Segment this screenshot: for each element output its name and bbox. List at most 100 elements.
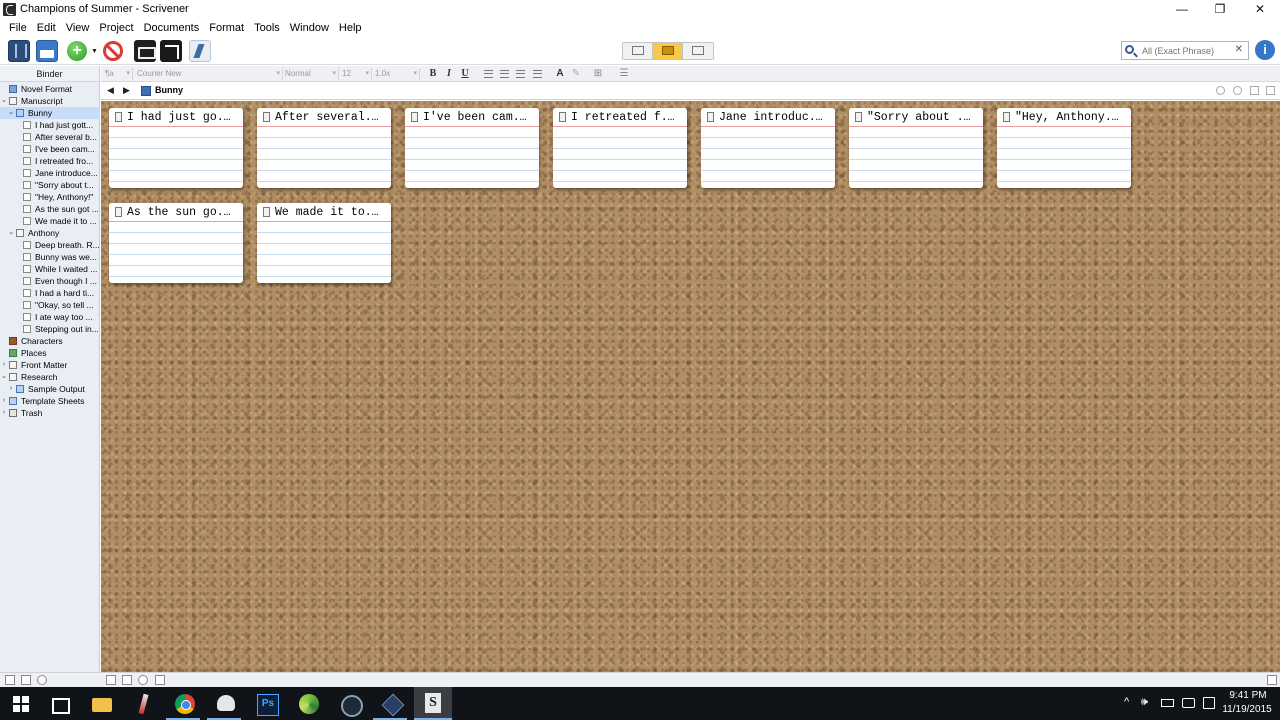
- binder-item[interactable]: I've been cam...: [0, 143, 100, 155]
- corkboard-add-icon[interactable]: [106, 675, 116, 685]
- index-card[interactable]: I had just go...: [109, 108, 243, 188]
- minimize-button[interactable]: —: [1162, 0, 1202, 20]
- align-justify-icon[interactable]: [533, 70, 542, 78]
- search-icon[interactable]: [1125, 45, 1134, 54]
- binder-toggle-icon[interactable]: [8, 40, 30, 62]
- scrivener-taskbar-icon[interactable]: [414, 687, 452, 720]
- index-card-title[interactable]: "Sorry about ...: [867, 111, 977, 124]
- corkboard-options-icon[interactable]: [155, 675, 165, 685]
- delete-icon[interactable]: [103, 41, 123, 61]
- font-size-select[interactable]: 12: [342, 68, 372, 80]
- volume-icon[interactable]: 🕪: [1141, 696, 1148, 709]
- binder-item[interactable]: › Sample Output: [0, 383, 100, 395]
- index-card-title[interactable]: Jane introduc...: [719, 111, 829, 124]
- menu-window[interactable]: Window: [285, 20, 334, 36]
- back-arrow-icon[interactable]: ◀: [107, 85, 114, 96]
- split-horizontal-icon[interactable]: [1266, 86, 1275, 95]
- disclosure-chevron-icon[interactable]: ⌄: [0, 371, 8, 383]
- binder-item[interactable]: "Sorry about t...: [0, 179, 100, 191]
- project-search[interactable]: ✕: [1121, 41, 1249, 60]
- clock-date[interactable]: 11/19/2015: [1220, 704, 1274, 715]
- menu-tools[interactable]: Tools: [249, 20, 285, 36]
- binder-item[interactable]: "Hey, Anthony!": [0, 191, 100, 203]
- binder-item[interactable]: I had a hard ti...: [0, 287, 100, 299]
- underline-button[interactable]: U: [458, 67, 472, 81]
- binder-item[interactable]: ⌄ Research: [0, 371, 100, 383]
- binder-item[interactable]: We made it to ...: [0, 215, 100, 227]
- font-family-select[interactable]: Courier New: [137, 68, 283, 80]
- binder-item[interactable]: While I waited ...: [0, 263, 100, 275]
- tray-overflow-chevron-icon[interactable]: ^: [1124, 696, 1129, 708]
- binder-item[interactable]: Places: [0, 347, 100, 359]
- network-icon[interactable]: [1182, 698, 1195, 708]
- binder-item[interactable]: Jane introduce...: [0, 167, 100, 179]
- previous-item-icon[interactable]: [1216, 86, 1225, 95]
- highlight-icon[interactable]: ✎: [569, 67, 583, 81]
- align-left-icon[interactable]: [484, 70, 493, 78]
- disclosure-chevron-icon[interactable]: ⌄: [7, 227, 15, 239]
- add-document-icon[interactable]: +: [67, 41, 87, 61]
- binder-add-folder-icon[interactable]: [21, 675, 31, 685]
- forward-arrow-icon[interactable]: ▶: [123, 85, 130, 96]
- disclosure-chevron-icon[interactable]: ⌄: [0, 95, 8, 107]
- binder-item[interactable]: › Trash: [0, 407, 100, 419]
- binder-add-icon[interactable]: [5, 675, 15, 685]
- grid-layout-icon[interactable]: [1267, 675, 1277, 685]
- blue-app-icon[interactable]: [380, 692, 404, 716]
- close-button[interactable]: ✕: [1240, 0, 1280, 20]
- steam-icon[interactable]: [338, 692, 363, 717]
- index-card[interactable]: I've been cam...: [405, 108, 539, 188]
- binder-item[interactable]: ⌄ Anthony: [0, 227, 100, 239]
- inspector-toggle-icon[interactable]: [36, 40, 58, 62]
- game-app-icon[interactable]: [214, 692, 238, 716]
- font-weight-select[interactable]: Normal: [285, 68, 339, 80]
- green-app-icon[interactable]: [297, 692, 321, 716]
- menu-help[interactable]: Help: [334, 20, 367, 36]
- index-card-title[interactable]: I've been cam...: [423, 111, 533, 124]
- disclosure-chevron-icon[interactable]: ⌄: [7, 107, 15, 119]
- menu-project[interactable]: Project: [94, 20, 138, 36]
- photoshop-icon[interactable]: [256, 692, 280, 716]
- line-spacing-select[interactable]: 1.0x: [375, 68, 420, 80]
- index-card[interactable]: "Sorry about ...: [849, 108, 983, 188]
- bold-button[interactable]: B: [426, 67, 440, 81]
- index-card[interactable]: I retreated f...: [553, 108, 687, 188]
- scrivenings-view-button[interactable]: [623, 43, 653, 59]
- disclosure-chevron-icon[interactable]: ›: [7, 383, 15, 395]
- binder-item[interactable]: Even though I ...: [0, 275, 100, 287]
- index-card[interactable]: We made it to...: [257, 203, 391, 283]
- menu-view[interactable]: View: [61, 20, 95, 36]
- split-editor-icon[interactable]: [1250, 86, 1259, 95]
- action-center-icon[interactable]: [1203, 697, 1215, 709]
- pen-app-icon[interactable]: [132, 692, 156, 716]
- index-card-title[interactable]: "Hey, Anthony...: [1015, 111, 1125, 124]
- disclosure-chevron-icon[interactable]: ›: [0, 407, 8, 419]
- menu-documents[interactable]: Documents: [139, 20, 205, 36]
- index-card-title[interactable]: We made it to...: [275, 206, 385, 219]
- binder-item[interactable]: After several b...: [0, 131, 100, 143]
- add-menu-chevron-down-icon[interactable]: ▼: [91, 48, 98, 55]
- binder-item[interactable]: I ate way too ...: [0, 311, 100, 323]
- binder-item[interactable]: › Front Matter: [0, 359, 100, 371]
- disclosure-chevron-icon[interactable]: ›: [0, 395, 8, 407]
- italic-button[interactable]: I: [442, 67, 456, 81]
- align-right-icon[interactable]: [516, 70, 525, 78]
- index-card-title[interactable]: I had just go...: [127, 111, 237, 124]
- current-document-title[interactable]: Bunny: [155, 85, 183, 95]
- file-explorer-icon[interactable]: [90, 692, 114, 716]
- align-center-icon[interactable]: [500, 70, 509, 78]
- menu-file[interactable]: File: [4, 20, 32, 36]
- binder-item[interactable]: ⌄ Manuscript: [0, 95, 100, 107]
- composition-mode-icon[interactable]: [160, 40, 182, 62]
- index-card-title[interactable]: After several...: [275, 111, 385, 124]
- binder-item[interactable]: Stepping out in...: [0, 323, 100, 335]
- menu-format[interactable]: Format: [204, 20, 249, 36]
- corkboard-settings-gear-icon[interactable]: [138, 675, 148, 685]
- compile-icon[interactable]: [134, 40, 156, 62]
- binder-item[interactable]: Characters: [0, 335, 100, 347]
- text-color-icon[interactable]: A: [553, 67, 567, 81]
- index-card[interactable]: Jane introduc...: [701, 108, 835, 188]
- quick-reference-icon[interactable]: [189, 40, 211, 62]
- battery-icon[interactable]: [1161, 699, 1174, 707]
- binder-item[interactable]: I retreated fro...: [0, 155, 100, 167]
